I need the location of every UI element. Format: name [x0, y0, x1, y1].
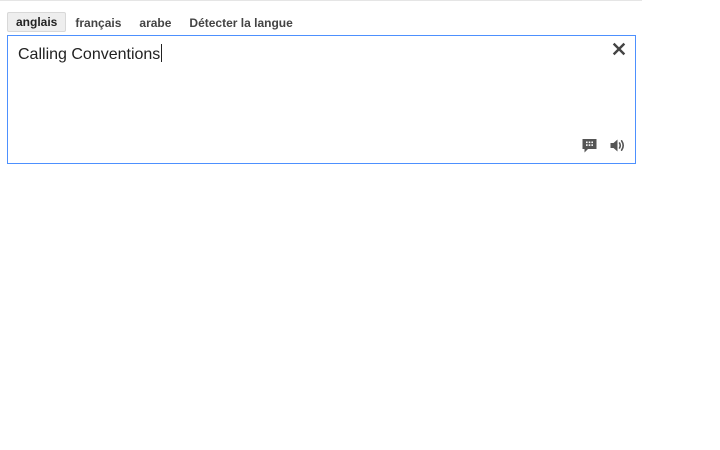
source-text-area[interactable]: Calling Conventions	[7, 35, 636, 164]
tab-language-arabic[interactable]: arabe	[130, 13, 180, 32]
translate-page: anglais français arabe Détecter la langu…	[0, 0, 720, 450]
listen-button[interactable]	[609, 137, 626, 154]
speech-bubble-icon	[582, 138, 597, 152]
clear-text-button[interactable]	[612, 42, 626, 56]
top-divider	[0, 0, 642, 1]
source-text-wrapper: Calling Conventions	[18, 44, 163, 64]
close-icon	[612, 42, 626, 56]
source-tools	[581, 136, 626, 154]
tab-language-english[interactable]: anglais	[7, 12, 67, 32]
tab-detect-language[interactable]: Détecter la langue	[180, 13, 301, 32]
source-language-tabs: anglais français arabe Détecter la langu…	[7, 12, 302, 32]
text-caret	[161, 44, 163, 62]
input-tools-button[interactable]	[581, 137, 598, 154]
speaker-icon	[610, 139, 624, 151]
source-text: Calling Conventions	[18, 46, 161, 63]
tab-language-french[interactable]: français	[66, 13, 130, 32]
